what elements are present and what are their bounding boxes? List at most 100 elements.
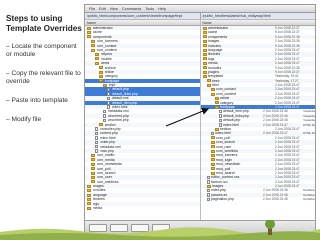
file-row[interactable]: media bbox=[85, 206, 200, 210]
menu-file[interactable]: File bbox=[89, 7, 95, 11]
folder-icon bbox=[202, 48, 207, 52]
folder-icon bbox=[87, 31, 91, 35]
folder-icon bbox=[206, 83, 211, 87]
folder-icon bbox=[91, 154, 95, 158]
folder-icon bbox=[99, 123, 103, 127]
folder-icon bbox=[202, 44, 207, 48]
folder-icon bbox=[210, 162, 215, 166]
menu-commands[interactable]: Commands bbox=[122, 7, 141, 11]
folder-icon bbox=[99, 74, 103, 78]
right-file-list: administrator 9 Jun 2008 22:37 cache 9 Jun … bbox=[200, 26, 315, 202]
bullet-item: – Copy the relevant file to override bbox=[6, 70, 81, 85]
file-icon bbox=[103, 109, 106, 114]
file-name: media bbox=[92, 206, 103, 211]
file-icon bbox=[107, 87, 110, 92]
folder-icon bbox=[214, 127, 219, 131]
folder-icon bbox=[214, 105, 219, 109]
folder-icon bbox=[210, 171, 215, 175]
folder-icon bbox=[214, 101, 219, 105]
folder-icon bbox=[91, 44, 95, 48]
slide-text-panel: Steps to using Template Overrides – Loca… bbox=[0, 0, 82, 240]
menu-view[interactable]: View bbox=[110, 7, 118, 11]
folder-icon bbox=[210, 92, 215, 96]
folder-icon bbox=[103, 83, 107, 87]
folder-icon bbox=[95, 53, 99, 57]
folder-icon bbox=[202, 66, 207, 70]
file-date: 2 Jun 2008 23:48 bbox=[263, 197, 288, 202]
folder-icon bbox=[95, 57, 99, 61]
folder-icon bbox=[87, 197, 91, 201]
folder-icon bbox=[99, 79, 103, 83]
file-icon bbox=[103, 114, 106, 118]
file-icon bbox=[218, 109, 222, 114]
file-name: pagination.php bbox=[211, 197, 234, 202]
folder-icon bbox=[206, 79, 211, 83]
left-pane[interactable]: Name administrator cache components com_ban… bbox=[85, 20, 201, 220]
file-icon bbox=[95, 127, 98, 131]
folder-icon bbox=[202, 53, 207, 57]
slide-title: Steps to using Template Overrides bbox=[6, 14, 82, 33]
file-row[interactable]: pagination.php 2 Jun 2008 23:48 TextWrang bbox=[201, 197, 315, 202]
folder-icon bbox=[210, 136, 215, 140]
folder-icon bbox=[202, 35, 207, 39]
folder-icon bbox=[87, 206, 91, 210]
file-icon bbox=[206, 197, 210, 202]
folder-icon bbox=[202, 31, 207, 35]
file-manager-window: File Edit View Commands Tools Help /publ… bbox=[84, 4, 316, 236]
folder-icon bbox=[202, 57, 207, 61]
left-path[interactable]: /public_html/components/com_content/view… bbox=[85, 13, 200, 19]
folder-icon bbox=[87, 26, 91, 30]
folder-icon bbox=[202, 70, 207, 74]
panes: Name administrator cache components com_ban… bbox=[85, 20, 315, 220]
file-icon bbox=[107, 92, 110, 96]
menu-tools[interactable]: Tools bbox=[145, 7, 154, 11]
folder-icon bbox=[99, 70, 103, 74]
file-icon bbox=[107, 96, 110, 101]
folder-icon bbox=[210, 88, 215, 92]
folder-icon bbox=[87, 35, 91, 39]
footer-decoration bbox=[0, 220, 320, 240]
folder-icon bbox=[87, 184, 91, 188]
folder-icon bbox=[91, 171, 95, 175]
folder-icon bbox=[91, 167, 95, 171]
folder-icon bbox=[87, 202, 91, 206]
folder-icon bbox=[202, 61, 207, 65]
file-icon bbox=[206, 188, 210, 193]
file-icon bbox=[206, 193, 210, 197]
folder-icon bbox=[91, 175, 95, 179]
bullet-item: – Paste into template bbox=[6, 97, 68, 104]
folder-icon bbox=[206, 184, 211, 188]
file-icon bbox=[95, 140, 98, 145]
folder-icon bbox=[91, 180, 95, 184]
folder-icon bbox=[91, 158, 95, 162]
folder-icon bbox=[87, 189, 91, 193]
file-icon bbox=[218, 118, 222, 123]
folder-icon bbox=[214, 96, 219, 100]
file-icon bbox=[95, 144, 98, 149]
right-path[interactable]: /public_html/templates/rhuk_milkyway/htm… bbox=[199, 13, 316, 19]
file-kind: TextWrang bbox=[303, 197, 315, 202]
folder-icon bbox=[202, 26, 207, 30]
left-file-list: administrator cache components com_banners c… bbox=[85, 26, 200, 210]
folder-icon bbox=[210, 154, 215, 158]
menu-bar: File Edit View Commands Tools Help bbox=[85, 5, 315, 13]
menu-help[interactable]: Help bbox=[158, 7, 166, 11]
file-icon bbox=[206, 175, 210, 180]
file-icon bbox=[210, 131, 214, 136]
folder-icon bbox=[210, 158, 215, 162]
file-icon bbox=[107, 101, 110, 105]
folder-icon bbox=[202, 39, 207, 43]
folder-icon bbox=[210, 149, 215, 153]
file-icon bbox=[95, 136, 98, 140]
folder-icon bbox=[91, 48, 95, 52]
folder-icon bbox=[202, 74, 207, 78]
bullet-list: – Locate the component or module – Copy … bbox=[6, 43, 82, 124]
folder-icon bbox=[91, 162, 95, 166]
file-icon bbox=[206, 180, 210, 184]
right-pane[interactable]: Name administrator 9 Jun 2008 22:37 cache 9… bbox=[200, 20, 315, 220]
menu-edit[interactable]: Edit bbox=[99, 7, 106, 11]
file-icon bbox=[95, 131, 98, 136]
folder-icon bbox=[87, 193, 91, 197]
bullet-item: – Modify file bbox=[6, 116, 42, 123]
folder-icon bbox=[99, 66, 103, 70]
